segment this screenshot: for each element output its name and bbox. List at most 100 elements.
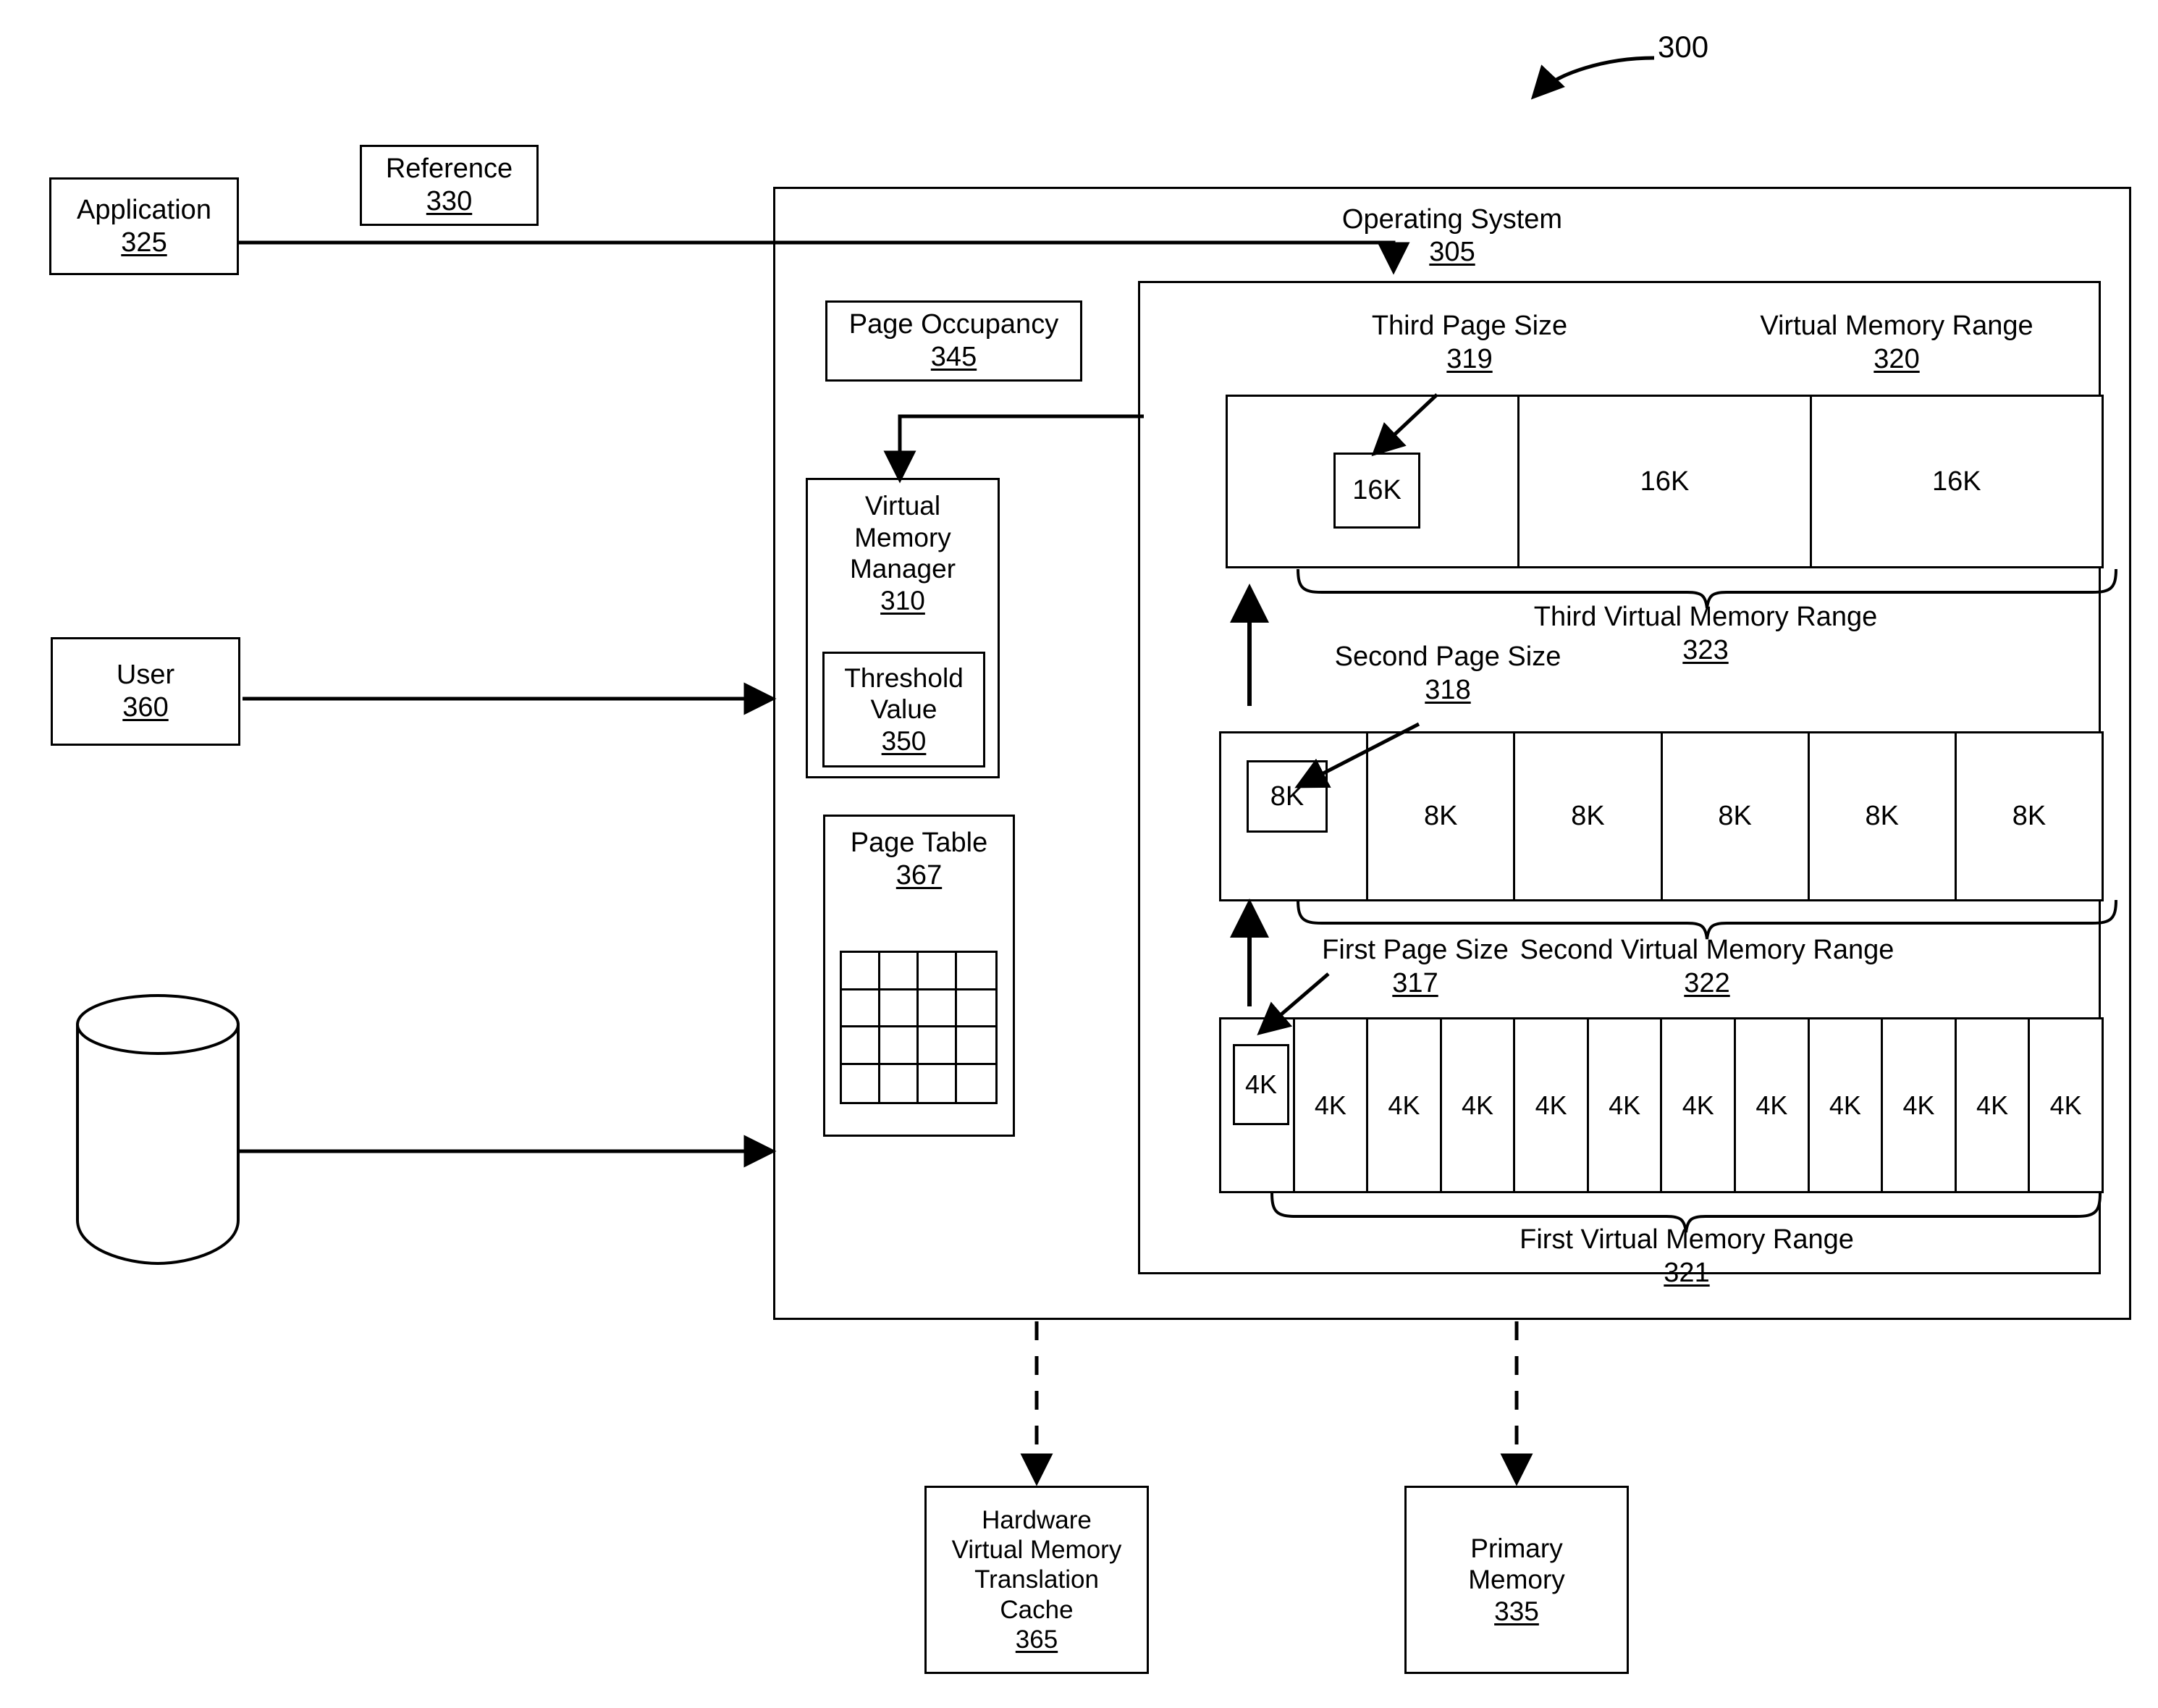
page-table-cell (880, 953, 919, 990)
page-table-cell (919, 1027, 957, 1065)
page-table-cell (957, 990, 995, 1027)
memory-page-label: 4K (1902, 1090, 1935, 1120)
memory-page-cell[interactable]: 4K (1515, 1019, 1589, 1191)
figure-canvas: 300 Application 325 Reference 330 User 3… (0, 0, 2158, 1708)
memory-page-label: 4K (1535, 1090, 1567, 1120)
first-range-label: First Virtual Memory Range (1520, 1224, 1854, 1255)
memory-page-cell[interactable]: 4K (1883, 1019, 1957, 1191)
memory-page-label: 4K (1609, 1090, 1641, 1120)
second-page-size-number: 318 (1425, 674, 1471, 705)
primary-memory-number: 335 (1494, 1596, 1539, 1626)
hw-cache-line4: Cache (1000, 1595, 1074, 1624)
storage-number: 357 (135, 1123, 181, 1154)
memory-page-cell[interactable]: 4K (1589, 1019, 1663, 1191)
memory-page-label: 8K (1865, 801, 1900, 831)
hw-cache-line3: Translation (974, 1565, 1099, 1594)
reference-box[interactable]: Reference 330 (360, 145, 539, 226)
memory-page-label: 8K (1718, 801, 1752, 831)
memory-page-cell[interactable]: 8K (1515, 733, 1663, 899)
page-occupancy-label: Page Occupancy (848, 309, 1059, 340)
reference-number: 330 (426, 186, 473, 216)
page-table-grid (840, 951, 998, 1104)
memory-page-label: 8K (2012, 801, 2047, 831)
user-box[interactable]: User 360 (51, 637, 240, 746)
vmm-label-line3: Manager (849, 554, 956, 584)
first-range-number: 321 (1664, 1257, 1710, 1288)
threshold-label-line1: Threshold (844, 662, 964, 693)
memory-page-label: 4K (1462, 1090, 1494, 1120)
page-table-cell (842, 1064, 880, 1102)
page-table-cell (919, 1064, 957, 1102)
memory-page-cell[interactable]: 4K (1368, 1019, 1442, 1191)
page-table-cell (880, 1064, 919, 1102)
second-page-size-label: Second Page Size (1334, 641, 1561, 672)
virtual-memory-range-number: 320 (1874, 343, 1920, 374)
page-occupancy-box[interactable]: Page Occupancy 345 (825, 300, 1082, 382)
vmm-label-line2: Memory (854, 522, 951, 552)
memory-page-cell[interactable]: 8K (1957, 733, 2102, 899)
hw-cache-line2: Virtual Memory (951, 1536, 1122, 1565)
second-virtual-memory-row: 8K 8K 8K 8K 8K 8K (1219, 731, 2104, 901)
page-table-cell (957, 1027, 995, 1065)
first-page-size-highlight[interactable]: 4K (1233, 1044, 1289, 1125)
memory-page-cell[interactable]: 16K (1812, 397, 2102, 566)
memory-page-cell[interactable]: 8K (1810, 733, 1957, 899)
first-page-size-label: First Page Size (1322, 935, 1509, 965)
memory-page-label: 4K (1829, 1090, 1861, 1120)
vmm-label-line1: Virtual (864, 491, 941, 521)
memory-page-label: 16K (1932, 466, 1981, 497)
primary-memory-line2: Memory (1468, 1565, 1565, 1595)
user-label: User (116, 660, 175, 691)
memory-page-cell[interactable]: 4K (1662, 1019, 1737, 1191)
application-box[interactable]: Application 325 (49, 177, 239, 275)
memory-page-label: 8K (1424, 801, 1458, 831)
second-page-size-highlight[interactable]: 8K (1247, 760, 1328, 833)
third-page-size-callout: Third Page Size 319 (1325, 310, 1614, 376)
vmm-number: 310 (880, 585, 925, 615)
page-occupancy-number: 345 (930, 342, 977, 372)
hardware-translation-cache-box[interactable]: Hardware Virtual Memory Translation Cach… (924, 1486, 1149, 1674)
memory-page-cell[interactable]: 4K (1295, 1019, 1369, 1191)
memory-page-label: 4K (1314, 1090, 1346, 1120)
third-range-label: Third Virtual Memory Range (1533, 602, 1878, 632)
page-table-cell (957, 1065, 995, 1103)
third-page-size-highlight[interactable]: 16K (1333, 453, 1420, 529)
memory-page-label: 4K (1682, 1090, 1714, 1120)
third-page-size-value: 16K (1352, 475, 1402, 505)
first-page-size-callout: First Page Size 317 (1281, 934, 1549, 1000)
primary-memory-box[interactable]: Primary Memory 335 (1404, 1486, 1629, 1674)
figure-number-leader (1530, 56, 1655, 100)
virtual-memory-range-title: Virtual Memory Range 320 (1694, 310, 2099, 376)
operating-system-label: Operating System (1341, 204, 1563, 235)
first-range-caption: First Virtual Memory Range 321 (1470, 1224, 1904, 1290)
memory-page-cell[interactable]: 8K (1368, 733, 1516, 899)
threshold-label-line2: Value (870, 694, 937, 725)
page-table-cell (919, 990, 957, 1027)
first-page-size-number: 317 (1392, 967, 1438, 998)
page-table-cell (842, 990, 880, 1027)
storage-label-group[interactable]: Storage 357 (77, 1090, 238, 1156)
memory-page-label: 16K (1640, 466, 1690, 497)
first-virtual-memory-row: 4K 4K 4K 4K 4K 4K 4K 4K 4K 4K 4K (1219, 1017, 2104, 1193)
primary-memory-line1: Primary (1470, 1533, 1563, 1563)
third-page-size-number: 319 (1446, 343, 1493, 374)
threshold-value-box[interactable]: Threshold Value 350 (822, 652, 985, 767)
second-page-size-value: 8K (1270, 781, 1305, 812)
memory-page-cell[interactable]: 16K (1520, 397, 1812, 566)
memory-page-cell[interactable]: 4K (1810, 1019, 1884, 1191)
application-label: Application (77, 194, 211, 225)
threshold-number: 350 (881, 725, 927, 756)
storage-label: Storage (109, 1090, 206, 1121)
page-table-cell (957, 953, 995, 990)
reference-label: Reference (385, 153, 513, 185)
virtual-memory-range-label: Virtual Memory Range (1760, 311, 2033, 341)
figure-number: 300 (1658, 30, 1709, 64)
page-table-cell (842, 1027, 880, 1065)
user-number: 360 (122, 692, 169, 723)
memory-page-cell[interactable]: 4K (1957, 1019, 2031, 1191)
memory-page-cell[interactable]: 8K (1663, 733, 1810, 899)
memory-page-cell[interactable]: 4K (1736, 1019, 1810, 1191)
memory-page-cell[interactable]: 4K (1442, 1019, 1516, 1191)
memory-page-label: 8K (1571, 801, 1605, 831)
memory-page-cell[interactable]: 4K (2030, 1019, 2102, 1191)
